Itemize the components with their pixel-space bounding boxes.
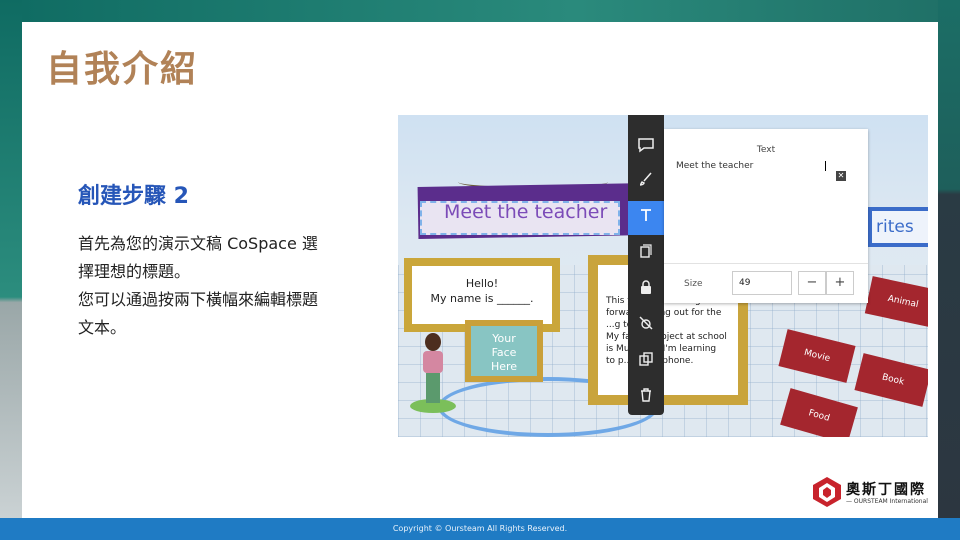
avatar-head xyxy=(425,333,441,351)
size-increase-button[interactable]: + xyxy=(826,271,854,295)
size-input[interactable]: 49 xyxy=(732,271,792,295)
favorites-label: rites xyxy=(872,211,928,243)
panel-divider xyxy=(664,263,868,264)
avatar-legs xyxy=(426,373,440,403)
hello-line-2: My name is ______. xyxy=(430,292,534,305)
bio-line: to p... ...xylophone. xyxy=(606,356,694,366)
body-line: 文本。 xyxy=(78,318,127,337)
text-edit-panel: Text Meet the teacher ✕ Size 49 − + xyxy=(664,129,868,303)
body-line: 擇理想的標題。 xyxy=(78,262,191,281)
size-label: Size xyxy=(684,279,703,289)
text-panel-title: Text xyxy=(756,145,776,155)
lock-icon[interactable] xyxy=(628,273,664,307)
background-left-band xyxy=(0,0,22,540)
brush-icon[interactable] xyxy=(628,165,664,199)
background-right-band xyxy=(938,0,960,540)
title-banner-text[interactable]: Meet the teacher xyxy=(444,201,607,223)
bio-line: forwa... ...ning out for the xyxy=(606,308,722,318)
body-line: 首先為您的演示文稿 CoSpace 選 xyxy=(78,234,318,253)
slide-body: 首先為您的演示文稿 CoSpace 選 擇理想的標題。 您可以通過按兩下橫幅來編… xyxy=(78,230,378,342)
face-line-2: Face xyxy=(491,346,517,359)
no-physics-icon[interactable] xyxy=(628,309,664,343)
oursteam-logo: 奧斯丁國際 — OURSTEAM International xyxy=(812,476,934,512)
cospaces-screenshot: Meet the teacher Hello! My name is _____… xyxy=(398,115,928,437)
trash-icon-svg xyxy=(641,388,651,402)
brush-icon-svg xyxy=(639,172,652,186)
avatar-torso xyxy=(423,351,443,373)
face-line-1: Your xyxy=(492,332,516,345)
comment-icon-svg xyxy=(638,138,654,153)
layers-icon-svg xyxy=(640,244,652,258)
logo-mark-icon xyxy=(813,477,841,507)
favorites-banner[interactable]: rites xyxy=(868,207,928,247)
lock-icon-svg xyxy=(641,280,651,294)
size-decrease-button[interactable]: − xyxy=(798,271,826,295)
slide-title: 自我介紹 xyxy=(46,49,199,90)
trash-icon[interactable] xyxy=(628,381,664,415)
logo-english-text: — OURSTEAM International xyxy=(846,498,928,505)
footer-copyright: Copyright © Oursteam All Rights Reserved… xyxy=(392,524,568,533)
slide-subtitle: 創建步驟 2 xyxy=(78,184,189,209)
duplicate-icon[interactable] xyxy=(628,345,664,379)
no-physics-icon-svg xyxy=(639,316,653,330)
layers-icon[interactable] xyxy=(628,237,664,271)
slide-canvas: 自我介紹 創建步驟 2 首先為您的演示文稿 CoSpace 選 擇理想的標題。 … xyxy=(22,22,938,518)
body-line: 您可以通過按兩下橫幅來編輯標題 xyxy=(78,290,319,309)
duplicate-icon-svg xyxy=(639,352,653,366)
clear-text-icon[interactable]: ✕ xyxy=(836,171,846,181)
face-card[interactable]: Your Face Here xyxy=(465,320,543,382)
footer-bar: Copyright © Oursteam All Rights Reserved… xyxy=(0,518,960,540)
text-input[interactable]: Meet the teacher xyxy=(676,161,826,171)
avatar-character[interactable] xyxy=(410,333,456,413)
text-icon[interactable] xyxy=(628,201,664,235)
comment-icon[interactable] xyxy=(628,131,664,165)
bio-line: is Mus... ...e I'm learning xyxy=(606,344,717,354)
face-line-3: Here xyxy=(490,360,518,373)
logo-chinese-text: 奧斯丁國際 xyxy=(846,482,926,498)
object-toolbar xyxy=(628,115,664,415)
bio-line: ...g team. xyxy=(606,320,649,330)
text-icon-svg xyxy=(641,209,651,221)
hello-line-1: Hello! xyxy=(465,277,499,290)
bio-line: My fav... ...ubject at school xyxy=(606,332,727,342)
